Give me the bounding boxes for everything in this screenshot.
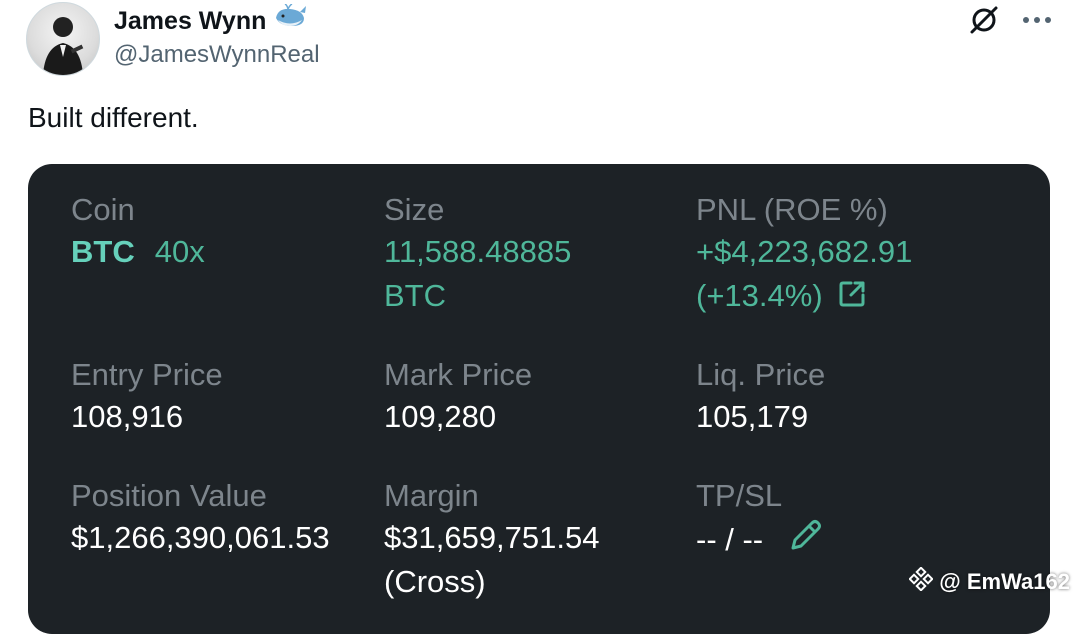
mark-price-value: 109,280 [384,399,497,434]
margin-value: $31,659,751.54 [384,520,600,555]
whale-emoji-icon [274,3,308,37]
entry-price-value: 108,916 [71,399,184,434]
position-value-value: $1,266,390,061.53 [71,520,330,555]
tweet-text: Built different. [28,102,199,133]
liq-price-label: Liq. Price [696,357,826,392]
tp-sl-value: -- / -- [696,522,764,557]
tp-sl-row: -- / -- [696,516,825,568]
entry-price-label: Entry Price [71,357,223,392]
size-unit: BTC [384,278,446,313]
tp-sl-label: TP/SL [696,478,783,513]
size-cell: Size 11,588.48885 BTC [384,190,571,318]
coin-symbol: BTC [71,234,135,269]
user-info: James Wynn @JamesWynnReal [114,3,320,69]
liq-price-value: 105,179 [696,399,809,434]
user-handle[interactable]: @JamesWynnReal [114,41,320,69]
pnl-roe: (+13.4%) [696,278,823,313]
coin-cell: Coin BTC 40x [71,190,205,274]
margin-label: Margin [384,478,479,513]
watermark-text: @ EmWa162 [939,569,1070,594]
margin-cell: Margin $31,659,751.54 (Cross) [384,476,600,604]
entry-price-cell: Entry Price 108,916 [71,355,223,439]
size-amount: 11,588.48885 [384,234,572,269]
leverage-value: 40x [154,234,205,269]
tp-sl-cell: TP/SL -- / -- [696,476,825,568]
tweet-actions [968,4,1052,36]
liq-price-cell: Liq. Price 105,179 [696,355,825,439]
pnl-label: PNL (ROE %) [696,192,888,227]
more-icon[interactable] [1022,15,1052,25]
position-card[interactable]: Coin BTC 40x Size 11,588.48885 BTC PNL (… [28,164,1050,634]
display-name-row[interactable]: James Wynn [114,3,320,37]
margin-mode: (Cross) [384,564,486,599]
pnl-cell: PNL (ROE %) +$4,223,682.91 (+13.4%) [696,190,912,321]
mark-price-cell: Mark Price 109,280 [384,355,532,439]
pencil-icon[interactable] [785,516,825,568]
external-link-icon[interactable] [837,277,867,321]
coin-label: Coin [71,192,135,227]
display-name[interactable]: James Wynn [114,6,266,36]
avatar[interactable] [26,2,100,76]
avatar-image [43,17,84,75]
binance-logo-icon [908,566,934,597]
size-label: Size [384,192,445,227]
pnl-amount: +$4,223,682.91 [696,234,913,269]
position-value-cell: Position Value $1,266,390,061.53 [71,476,330,560]
position-value-label: Position Value [71,478,267,513]
mark-price-label: Mark Price [384,357,533,392]
grok-icon[interactable] [968,4,1000,36]
pnl-roe-row: (+13.4%) [696,274,912,321]
watermark: @ EmWa162 [908,566,1070,597]
